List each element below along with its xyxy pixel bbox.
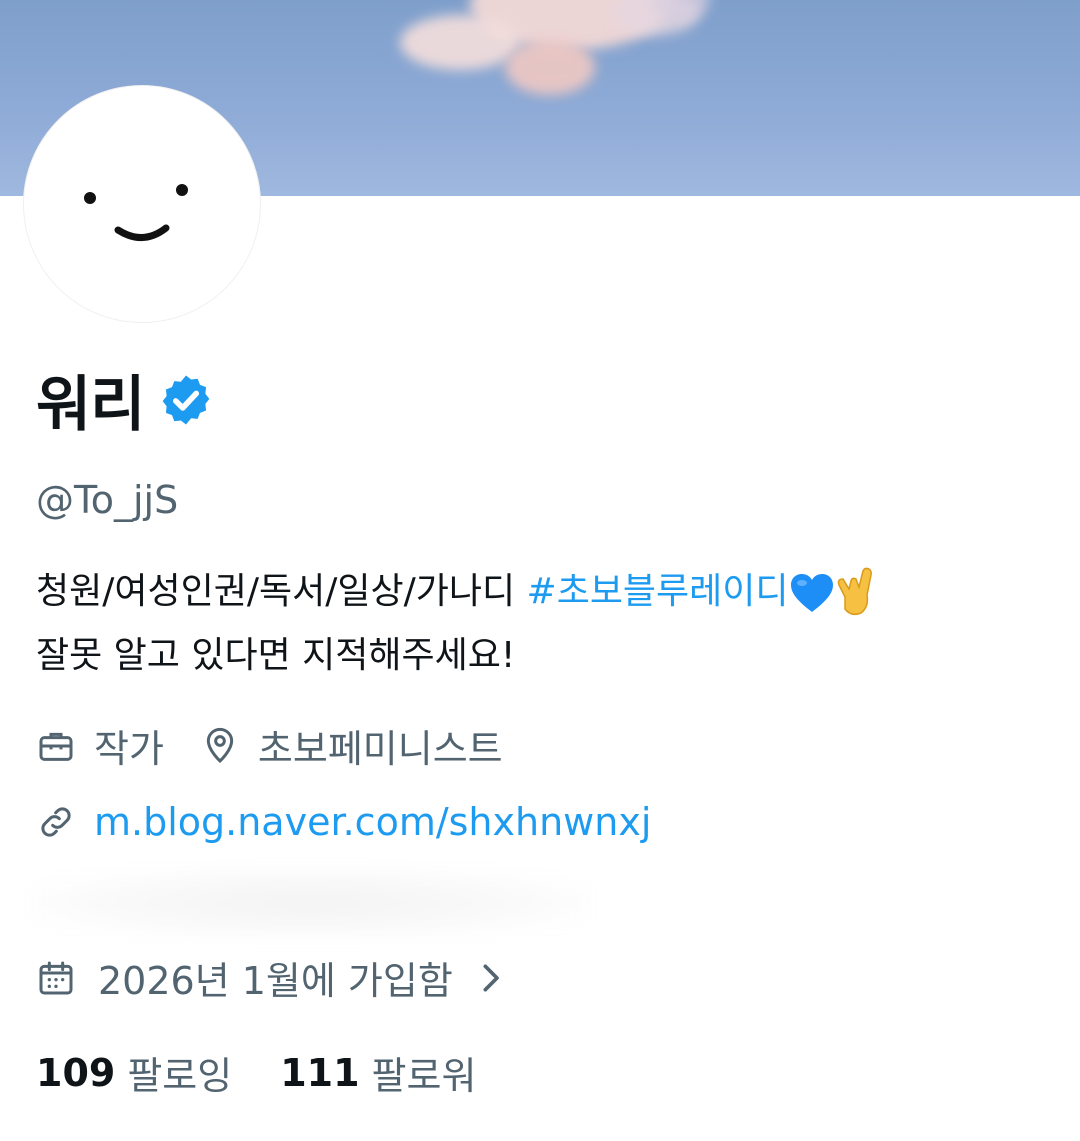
name-row: 워리 bbox=[36, 356, 214, 443]
smiley-face-icon bbox=[84, 184, 188, 241]
website-row: m.blog.naver.com/shxhnwnxj bbox=[36, 800, 651, 844]
bio-text: 청원/여성인권/독서/일상/가나디 bbox=[36, 571, 527, 612]
call-me-hand-emoji bbox=[837, 567, 872, 616]
display-name: 워리 bbox=[36, 370, 145, 440]
joined-row[interactable]: 2026년 1월에 가입함 bbox=[36, 950, 505, 1005]
profile-meta: 작가 초보페미니스트 bbox=[36, 718, 539, 773]
redacted-area bbox=[30, 868, 590, 938]
followers-count[interactable]: 111 bbox=[280, 1051, 359, 1095]
location-item: 초보페미니스트 bbox=[200, 718, 503, 773]
location-pin-icon bbox=[206, 727, 234, 763]
website-link[interactable]: m.blog.naver.com/shxhnwnxj bbox=[94, 800, 651, 844]
following-label[interactable]: 팔로잉 bbox=[127, 1045, 232, 1100]
briefcase-icon bbox=[39, 732, 73, 761]
followers-label[interactable]: 팔로워 bbox=[372, 1045, 477, 1100]
hashtag-link[interactable]: #초보블루레이디 bbox=[527, 571, 789, 612]
joined-date: 2026년 1월에 가입함 bbox=[98, 959, 453, 1003]
profession-label: 작가 bbox=[94, 727, 164, 771]
calendar-icon bbox=[39, 961, 73, 994]
location-label: 초보페미니스트 bbox=[257, 727, 503, 771]
profession-item: 작가 bbox=[36, 718, 164, 773]
verified-badge-icon[interactable] bbox=[158, 372, 214, 428]
banner-cloud bbox=[400, 15, 520, 70]
bio-line-2: 잘못 알고 있다면 지적해주세요! bbox=[36, 635, 516, 676]
blue-heart-emoji bbox=[790, 574, 833, 612]
following-count[interactable]: 109 bbox=[36, 1051, 115, 1095]
bio: 청원/여성인권/독서/일상/가나디 #초보블루레이디 잘못 알고 있다면 지적해… bbox=[36, 560, 1066, 688]
chevron-right-icon[interactable] bbox=[479, 958, 505, 998]
banner-cloud bbox=[505, 40, 595, 95]
avatar[interactable] bbox=[24, 86, 260, 322]
follow-stats: 109 팔로잉 111 팔로워 bbox=[36, 1045, 524, 1100]
handle: @To_jjS bbox=[36, 478, 179, 522]
link-icon bbox=[41, 807, 71, 837]
bio-line-1: 청원/여성인권/독서/일상/가나디 #초보블루레이디 bbox=[36, 560, 1066, 624]
